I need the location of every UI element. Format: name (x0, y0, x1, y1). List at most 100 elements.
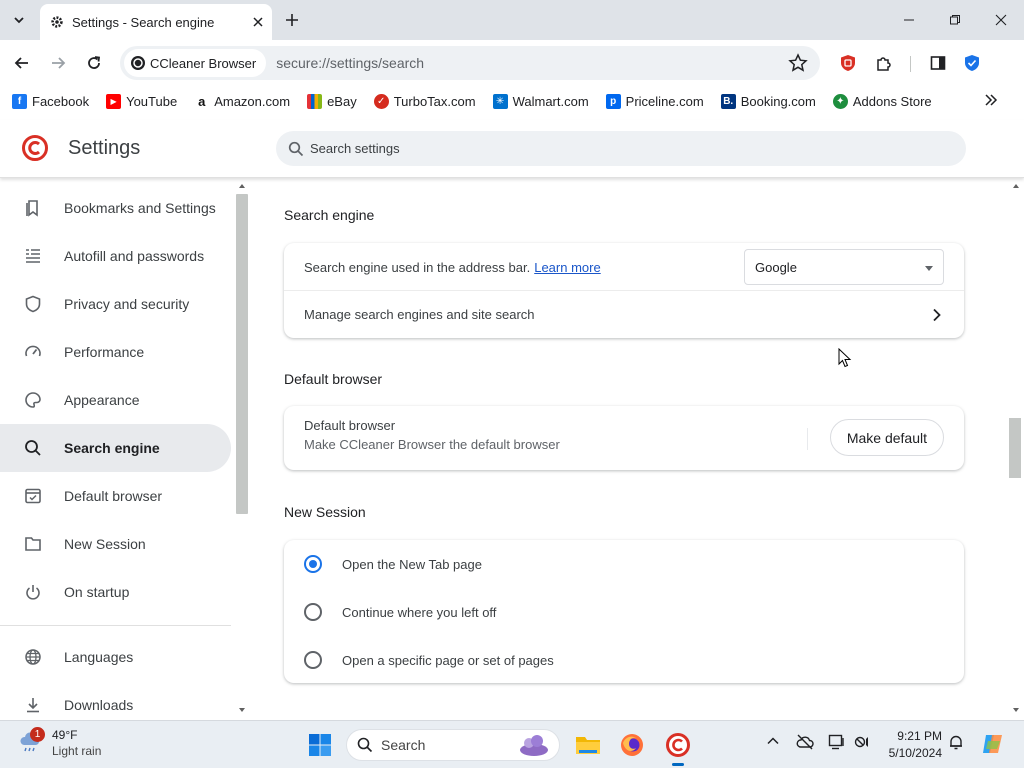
autofill-icon (26, 249, 40, 263)
toolbar-separator (910, 56, 911, 72)
manage-search-engines-row[interactable]: Manage search engines and site search (284, 291, 964, 338)
main-scrollbar-thumb[interactable] (1009, 418, 1021, 478)
search-engine-select[interactable]: Google (744, 249, 944, 285)
bookmark-youtube[interactable]: ▶ YouTube (106, 93, 177, 109)
addons-store-icon: ✦ (832, 93, 848, 109)
close-window-button[interactable] (978, 0, 1024, 40)
bookmark-booking[interactable]: B. Booking.com (720, 93, 816, 109)
main-scrollbar[interactable] (1008, 182, 1024, 718)
radio-option-continue[interactable]: Continue where you left off (284, 588, 964, 636)
sidebar-scrollbar[interactable] (236, 182, 248, 718)
sidebar-item-new-session[interactable]: New Session (0, 520, 231, 568)
taskbar-search-input[interactable] (381, 737, 501, 753)
extensions-button[interactable] (872, 51, 896, 75)
search-icon (25, 440, 41, 456)
address-bar[interactable]: CCleaner Browser secure://settings/searc… (120, 46, 820, 80)
walmart-icon: ✳ (492, 93, 508, 109)
facebook-icon: f (12, 93, 27, 109)
manage-search-engines-label: Manage search engines and site search (304, 307, 535, 322)
taskbar-search[interactable] (346, 729, 560, 761)
adblock-extension-button[interactable] (836, 51, 860, 75)
search-highlight-icon (520, 735, 548, 756)
download-icon (27, 698, 39, 713)
sidebar-item-languages[interactable]: Languages (0, 633, 231, 681)
tab-search-button[interactable] (6, 7, 32, 33)
radio-option-new-tab[interactable]: Open the New Tab page (284, 540, 964, 588)
side-panel-button[interactable] (926, 51, 950, 75)
clock-time: 9:21 PM (897, 729, 942, 743)
security-shield-button[interactable] (960, 51, 984, 75)
close-icon[interactable] (252, 16, 264, 28)
taskbar-ccleaner-browser[interactable] (662, 730, 694, 766)
scroll-down-arrow-icon[interactable] (1012, 706, 1020, 714)
make-default-button[interactable]: Make default (829, 419, 944, 456)
plus-icon (286, 14, 298, 26)
radio-option-specific-pages[interactable]: Open a specific page or set of pages (284, 636, 964, 684)
bell-icon[interactable] (948, 734, 964, 750)
bookmark-facebook[interactable]: f Facebook (12, 93, 89, 109)
bookmark-turbotax[interactable]: ✓ TurboTax.com (373, 93, 476, 109)
bookmarks-icon (26, 200, 38, 217)
network-volume-icon[interactable] (854, 734, 872, 750)
bookmark-ebay[interactable]: eBay (307, 93, 357, 109)
scroll-down-arrow-icon[interactable] (238, 706, 246, 714)
scroll-up-arrow-icon[interactable] (1012, 182, 1020, 190)
tab-settings[interactable]: Settings - Search engine (40, 4, 272, 40)
sidebar-item-bookmarks-and-settings[interactable]: Bookmarks and Settings (0, 184, 231, 232)
shield-icon (25, 295, 41, 313)
sidebar-item-performance[interactable]: Performance (0, 328, 231, 376)
minimize-button[interactable] (886, 0, 932, 40)
double-chevron-right-icon[interactable] (984, 93, 998, 107)
gear-icon (51, 16, 63, 28)
display-icon[interactable] (828, 734, 846, 750)
sidebar-item-privacy[interactable]: Privacy and security (0, 280, 231, 328)
sidebar-item-default-browser[interactable]: Default browser (0, 472, 231, 520)
scroll-up-arrow-icon[interactable] (238, 182, 246, 190)
radio-button[interactable] (304, 603, 322, 621)
forward-button[interactable] (44, 49, 72, 77)
sidebar-item-appearance[interactable]: Appearance (0, 376, 231, 424)
adblock-shield-icon (841, 55, 855, 71)
site-info-chip[interactable]: CCleaner Browser (124, 49, 267, 77)
chevron-up-icon[interactable] (766, 734, 780, 748)
cloud-offline-icon[interactable] (796, 734, 814, 750)
sidebar-item-autofill[interactable]: Autofill and passwords (0, 232, 231, 280)
bookmark-walmart[interactable]: ✳ Walmart.com (492, 93, 589, 109)
weather-widget[interactable]: 1 49°F Light rain (18, 726, 101, 759)
sidebar-item-search-engine[interactable]: Search engine (0, 424, 231, 472)
windows-logo-icon (309, 734, 331, 756)
start-button[interactable] (308, 733, 332, 760)
taskbar-firefox[interactable] (616, 730, 648, 760)
taskbar-file-explorer[interactable] (572, 730, 604, 760)
restore-button[interactable] (932, 0, 978, 40)
section-title-default-browser: Default browser (284, 371, 383, 387)
sidebar-scrollbar-thumb[interactable] (236, 194, 248, 514)
section-title-search-engine: Search engine (284, 207, 375, 223)
firefox-icon (621, 734, 643, 756)
star-icon[interactable] (788, 53, 808, 73)
search-settings-input[interactable] (310, 141, 910, 156)
search-icon (357, 737, 373, 753)
sidebar-item-downloads[interactable]: Downloads (0, 681, 231, 718)
search-engine-selected-value: Google (755, 259, 797, 275)
radio-button[interactable] (304, 651, 322, 669)
browser-window-icon (25, 488, 41, 504)
new-session-card: Open the New Tab page Continue where you… (284, 540, 964, 683)
copilot-icon[interactable] (980, 731, 1006, 757)
reload-button[interactable] (80, 49, 108, 77)
back-button[interactable] (8, 49, 36, 77)
search-settings-box[interactable] (276, 131, 966, 166)
minimize-icon (904, 19, 914, 21)
system-clock[interactable]: 9:21 PM 5/10/2024 (880, 728, 942, 762)
bookmark-amazon[interactable]: a Amazon.com (194, 93, 290, 109)
new-tab-button[interactable] (280, 8, 304, 32)
url-text[interactable]: secure://settings/search (276, 55, 424, 71)
address-bar-engine-row: Search engine used in the address bar. Le… (284, 243, 964, 291)
sidebar-item-on-startup[interactable]: On startup (0, 568, 231, 616)
bookmark-priceline[interactable]: p Priceline.com (605, 93, 704, 109)
radio-button-checked[interactable] (304, 555, 322, 573)
ebay-icon (307, 93, 323, 109)
learn-more-link[interactable]: Learn more (534, 260, 600, 275)
globe-icon (25, 649, 41, 665)
bookmark-addons-store[interactable]: ✦ Addons Store (832, 93, 932, 109)
